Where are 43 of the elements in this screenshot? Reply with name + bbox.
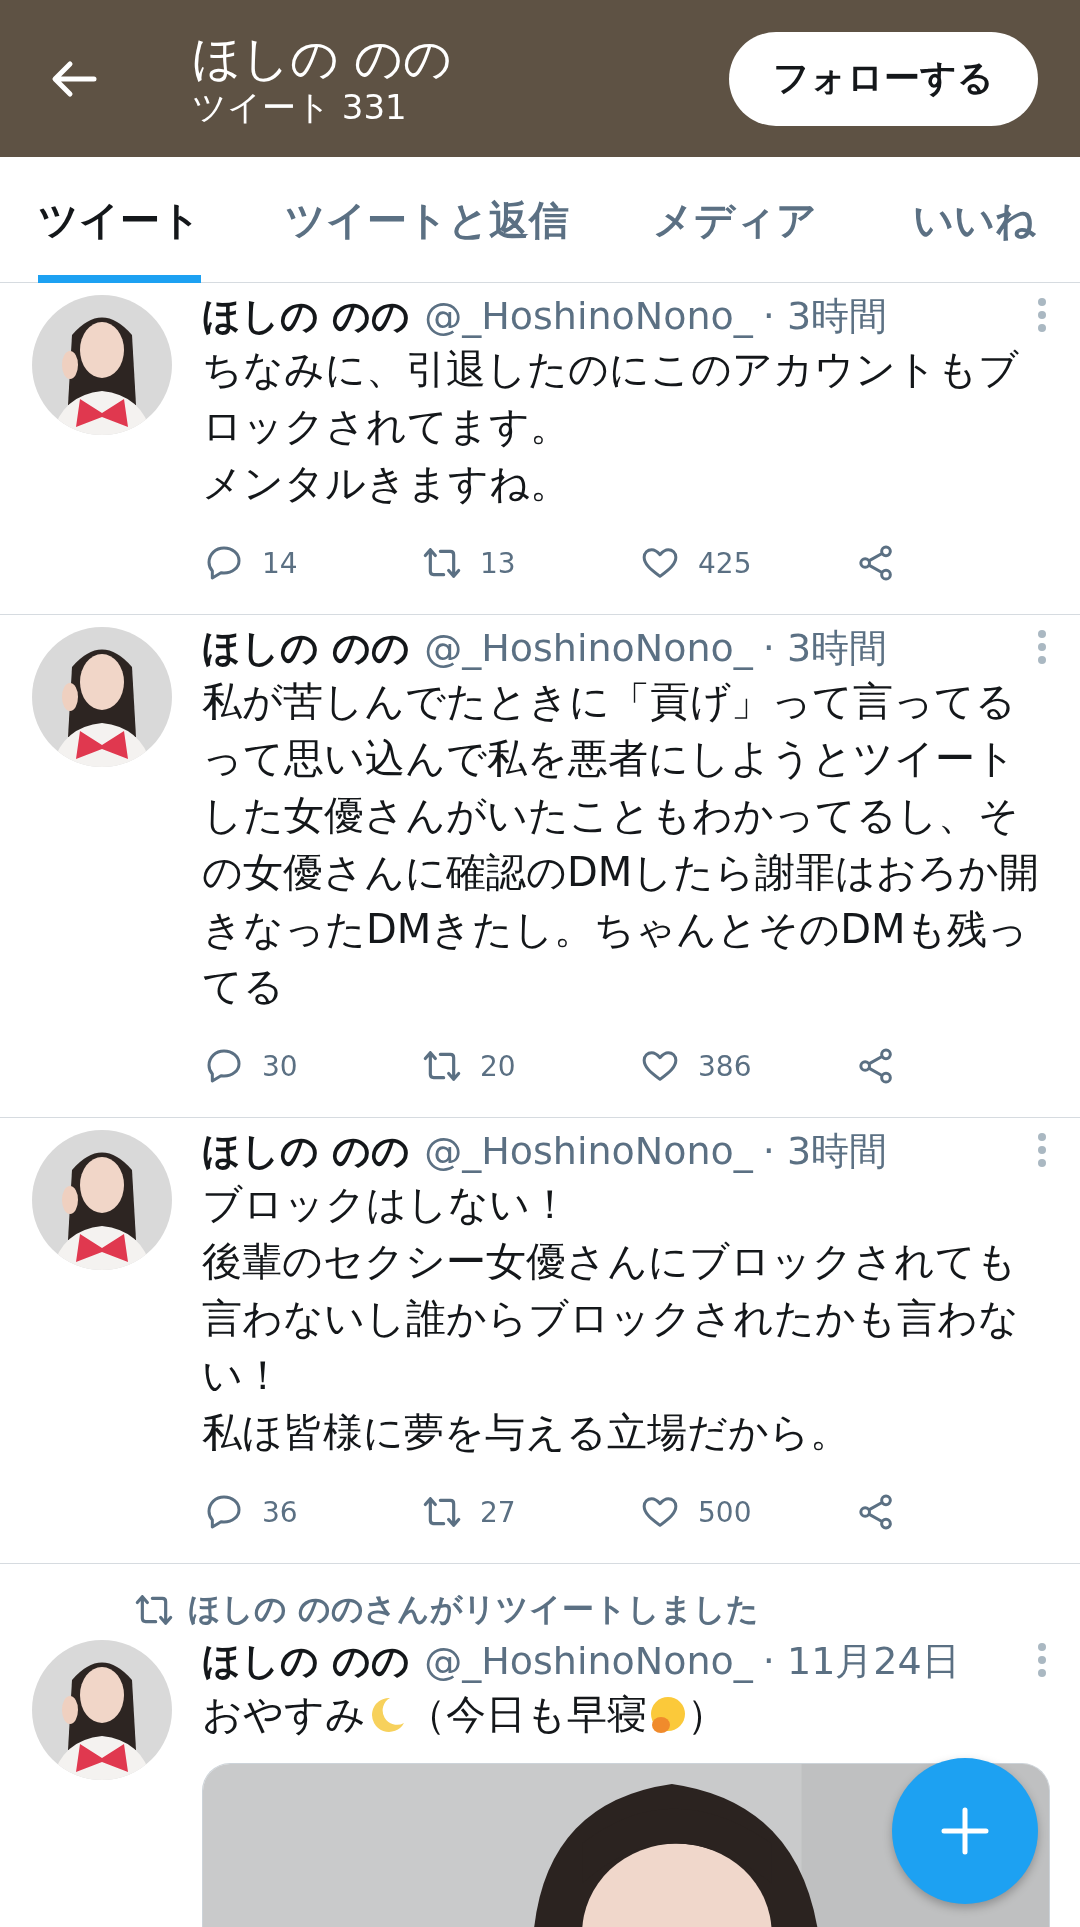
user-name: ほしの のの bbox=[202, 1127, 411, 1175]
tweet-card[interactable]: ほしの ののさんがリツイートしました ほしの のの @_HoshinoNono_ · 11月24日 おやすみ （今日も早寝 ） bbox=[0, 1564, 1080, 1927]
tweet-text: 私が苦しんでたときに「貢げ」って言ってるって思い込んで私を悪者にしようとツイートした女優さんがいたこともわかってるし、その女優さんに確認のDMしたら謝罪はおろか開きなったDMきたし。ちゃんとそのDMも残ってる bbox=[202, 677, 1041, 1011]
tweet-text: ブロックはしない！ bbox=[202, 1180, 571, 1229]
user-handle: @_HoshinoNono_ bbox=[424, 626, 753, 670]
tweet-text: （今日も早寝 bbox=[406, 1690, 647, 1739]
user-name: ほしの のの bbox=[202, 292, 411, 340]
tweet-text: 私ほ皆様に夢を与える立場だから。 bbox=[202, 1408, 851, 1457]
user-handle: @_HoshinoNono_ bbox=[424, 1639, 753, 1683]
tweet-card[interactable]: ほしの のの @_HoshinoNono_ · 3時間 ちなみに、引退したのにこのアカウントもブロックされてます。 メンタルきますね。 14 13 425 bbox=[0, 283, 1080, 615]
tweet-text: ） bbox=[687, 1690, 727, 1739]
tweet-time: · 3時間 bbox=[762, 1127, 888, 1175]
tweet-text: ちなみに、引退したのにこのアカウントもブロックされてます。 bbox=[202, 345, 1020, 451]
tweet-card[interactable]: ほしの のの @_HoshinoNono_ · 3時間 ブロックはしない！ 後輩のセクシー女優さんにブロックされても言わないし誰からブロックされたかも言わない！ 私ほ皆様に夢を与える立場だから。 36 27 500 bbox=[0, 1118, 1080, 1564]
tab[interactable]: ツイートと返信 bbox=[285, 157, 569, 283]
like-button[interactable]: 425 bbox=[638, 543, 856, 583]
user-name: ほしの のの bbox=[202, 1637, 411, 1685]
tweet-text: 後輩のセクシー女優さんにブロックされても言わないし誰からブロックされたかも言わない！ bbox=[202, 1237, 1020, 1400]
tab[interactable]: メディア bbox=[653, 157, 817, 283]
tweet-time: · 3時間 bbox=[762, 624, 888, 672]
retweet-notice: ほしの ののさんがリツイートしました bbox=[188, 1589, 760, 1630]
retweet-button[interactable]: 20 bbox=[420, 1046, 638, 1086]
tab[interactable]: ツイート bbox=[38, 157, 201, 283]
like-button[interactable]: 500 bbox=[638, 1492, 856, 1532]
retweet-button[interactable]: 27 bbox=[420, 1492, 638, 1532]
reply-button[interactable]: 30 bbox=[202, 1046, 420, 1086]
user-handle: @_HoshinoNono_ bbox=[424, 1129, 753, 1173]
tweet-time: · 3時間 bbox=[762, 292, 888, 340]
tweet-card[interactable]: ほしの のの @_HoshinoNono_ · 3時間 私が苦しんでたときに「貢げ」って言ってるって思い込んで私を悪者にしようとツイートした女優さんがいたこともわかってるし、その女優さんに確認のDMしたら謝罪はおろか開きなったDMきたし。ちゃんとそのDMも残ってる 30 20 386 bbox=[0, 615, 1080, 1118]
plus-icon bbox=[940, 1806, 990, 1856]
follow-button[interactable]: フォローする bbox=[729, 31, 1038, 126]
tweet-time: · 11月24日 bbox=[762, 1637, 960, 1685]
tab[interactable]: いいね bbox=[913, 157, 1036, 283]
reply-button[interactable]: 36 bbox=[202, 1492, 420, 1532]
tweet-text: メンタルきますね。 bbox=[202, 459, 571, 508]
retweet-button[interactable]: 13 bbox=[420, 543, 638, 583]
profile-name: ほしの のの bbox=[192, 29, 454, 86]
user-handle: @_HoshinoNono_ bbox=[424, 294, 753, 338]
tweet-count: ツイート 331 bbox=[192, 85, 408, 128]
reply-button[interactable]: 14 bbox=[202, 543, 420, 583]
user-name: ほしの のの bbox=[202, 624, 411, 672]
like-button[interactable]: 386 bbox=[638, 1046, 856, 1086]
tweet-text: おやすみ bbox=[202, 1690, 366, 1739]
